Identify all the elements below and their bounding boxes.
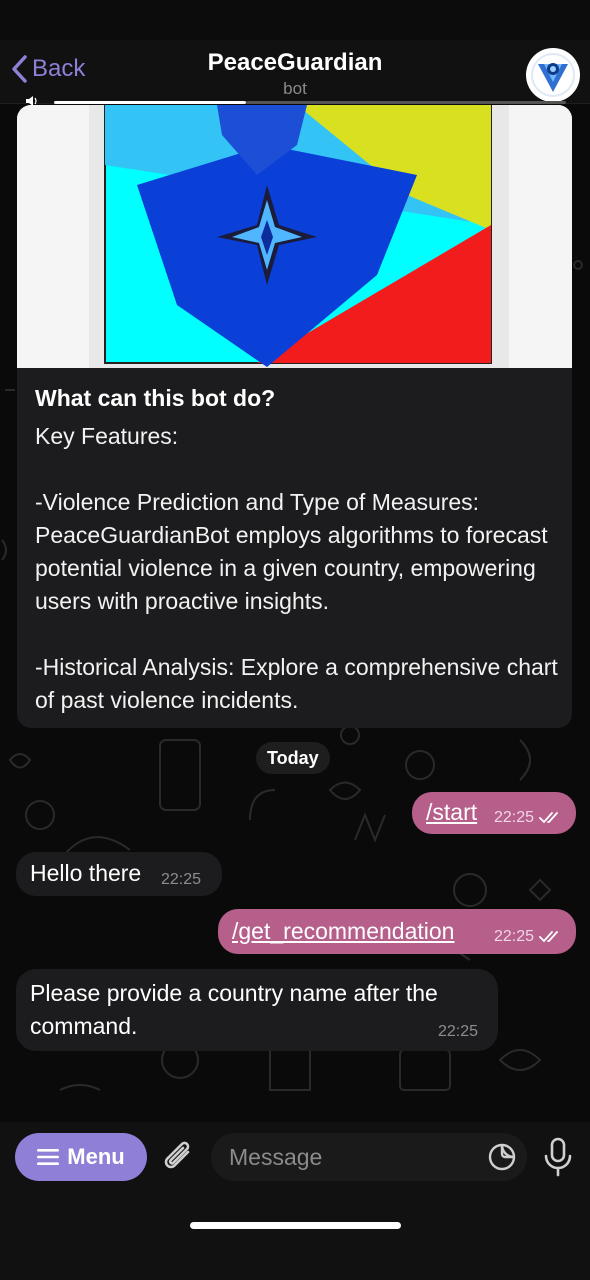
message-time: 22:25 bbox=[438, 1023, 479, 1040]
outgoing-message[interactable]: /get_recommendation 22:25 bbox=[218, 909, 576, 954]
chat-title: PeaceGuardian bbox=[207, 49, 383, 76]
message-meta: 22:25 bbox=[494, 809, 563, 827]
message-input[interactable] bbox=[229, 1133, 479, 1181]
message-text: Please provide a country name after the … bbox=[30, 980, 438, 1039]
menu-label: Menu bbox=[67, 1144, 125, 1169]
input-bar: Menu bbox=[0, 1122, 590, 1280]
audio-player-strip[interactable] bbox=[26, 96, 566, 106]
bot-cover-image bbox=[17, 105, 572, 368]
home-indicator[interactable] bbox=[190, 1222, 401, 1229]
incoming-message[interactable]: Please provide a country name after the … bbox=[16, 969, 498, 1051]
command-link[interactable]: /get_recommendation bbox=[232, 918, 454, 945]
sticker-icon[interactable] bbox=[487, 1142, 517, 1172]
incoming-message[interactable]: Hello there 22:25 bbox=[16, 852, 222, 896]
bot-logo-icon bbox=[531, 53, 575, 97]
hamburger-icon bbox=[37, 1149, 60, 1165]
audio-progress bbox=[54, 101, 246, 104]
bot-avatar[interactable] bbox=[526, 48, 580, 102]
message-field[interactable] bbox=[211, 1133, 527, 1181]
message-time: 22:25 bbox=[494, 928, 535, 945]
audio-track bbox=[246, 101, 566, 104]
bot-info-body: Key Features: -Violence Prediction and T… bbox=[35, 423, 558, 713]
double-check-icon bbox=[538, 811, 558, 824]
chat-header: Back PeaceGuardian bot bbox=[0, 40, 590, 104]
double-check-icon bbox=[538, 930, 558, 943]
message-meta: 22:25 bbox=[494, 928, 563, 946]
bot-info-card: What can this bot do? Key Features: -Vio… bbox=[17, 105, 572, 728]
command-link[interactable]: /start bbox=[426, 799, 477, 826]
date-separator: Today bbox=[256, 742, 330, 774]
menu-button[interactable]: Menu bbox=[15, 1133, 147, 1181]
status-bar bbox=[0, 0, 590, 40]
microphone-icon[interactable] bbox=[540, 1136, 576, 1178]
bot-info-title: What can this bot do? bbox=[35, 385, 276, 411]
paperclip-icon[interactable] bbox=[158, 1138, 198, 1178]
message-text: Hello there bbox=[30, 860, 142, 886]
message-time: 22:25 bbox=[161, 871, 202, 888]
message-time: 22:25 bbox=[494, 809, 535, 826]
outgoing-message[interactable]: /start 22:25 bbox=[412, 792, 576, 834]
